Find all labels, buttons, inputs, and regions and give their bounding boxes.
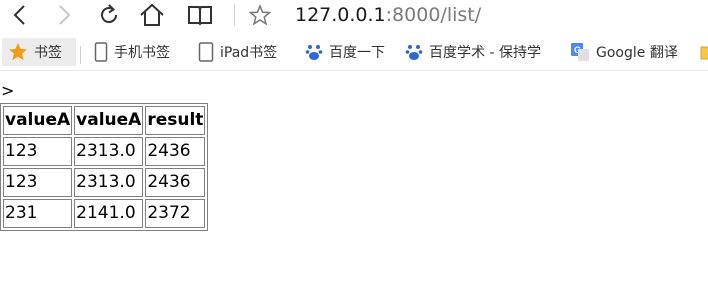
google-translate-icon: G — [570, 42, 590, 62]
folder-icon — [700, 44, 708, 60]
bookmark-item-baidu[interactable]: 百度一下 — [305, 38, 385, 66]
bookmarks-bar: 书签 手机书签 iPad书签 百度一下 百度学术 - 保持学 G Google … — [0, 34, 708, 71]
bookmark-item-baidu-scholar[interactable]: 百度学术 - 保持学 — [405, 38, 541, 66]
forward-button[interactable] — [50, 1, 78, 29]
browser-toolbar: 127.0.0.1:8000/list/ — [0, 0, 708, 34]
bookmark-item-ipad[interactable]: iPad书签 — [198, 38, 277, 66]
url-host: 127.0.0.1 — [295, 4, 386, 26]
bookmark-label: iPad书签 — [220, 45, 278, 61]
arrow-right-icon — [59, 5, 71, 25]
table-row: 123 2313.0 2436 — [3, 168, 206, 197]
column-header: result — [145, 106, 206, 135]
bookmark-item-folder[interactable] — [700, 38, 708, 66]
home-icon — [140, 3, 164, 26]
baidu-paw-icon — [305, 43, 323, 61]
table-cell: 2141.0 — [74, 199, 144, 228]
table-header-row: valueA valueA result — [3, 106, 206, 135]
column-header: valueA — [3, 106, 73, 135]
tablet-icon — [198, 42, 214, 62]
star-outline-icon — [249, 4, 271, 26]
toolbar-divider — [234, 4, 235, 26]
favorite-button[interactable] — [246, 1, 274, 29]
reload-icon — [101, 4, 118, 24]
book-icon — [188, 6, 212, 26]
results-table: valueA valueA result 123 2313.0 2436 123… — [0, 103, 209, 231]
bookmark-item-mobile[interactable]: 手机书签 — [94, 38, 170, 66]
phone-icon — [94, 42, 108, 62]
bookmark-label: 书签 — [34, 45, 62, 61]
arrow-left-icon — [13, 5, 25, 25]
reload-button[interactable] — [95, 1, 123, 29]
table-cell: 2436 — [145, 137, 206, 166]
baidu-paw-icon — [405, 43, 423, 61]
back-button[interactable] — [6, 1, 34, 29]
reader-button[interactable] — [186, 1, 214, 29]
url-path: :8000/list/ — [385, 4, 482, 26]
bookmark-label: 百度学术 - 保持学 — [429, 45, 541, 61]
bookmark-item-google-translate[interactable]: G Google 翻译 — [570, 38, 678, 66]
table-cell: 2313.0 — [74, 137, 144, 166]
table-row: 231 2141.0 2372 — [3, 199, 206, 228]
star-icon — [8, 42, 28, 62]
bookmark-label: 手机书签 — [114, 45, 170, 61]
table-cell: 2372 — [145, 199, 206, 228]
bookmarks-divider — [80, 46, 81, 64]
table-cell: 2313.0 — [74, 168, 144, 197]
bookmark-item-bookmarks[interactable]: 书签 — [2, 38, 76, 66]
column-header: valueA — [74, 106, 144, 135]
bookmark-label: Google 翻译 — [596, 45, 678, 61]
table-cell: 231 — [3, 199, 73, 228]
table-row: 123 2313.0 2436 — [3, 137, 206, 166]
table-cell: 2436 — [145, 168, 206, 197]
bookmark-label: 百度一下 — [329, 45, 385, 61]
caret-text: > — [1, 81, 15, 100]
address-bar[interactable]: 127.0.0.1:8000/list/ — [295, 4, 481, 26]
home-button[interactable] — [138, 1, 166, 29]
table-cell: 123 — [3, 168, 73, 197]
table-cell: 123 — [3, 137, 73, 166]
